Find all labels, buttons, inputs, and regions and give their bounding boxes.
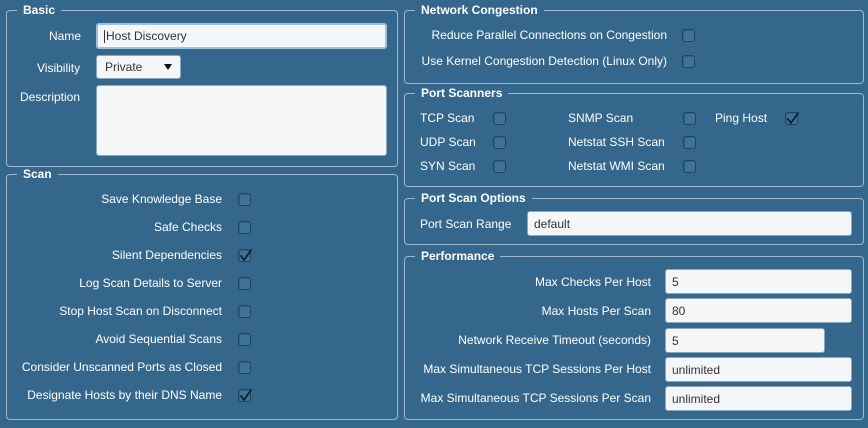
- network-congestion-title: Network Congestion: [415, 3, 544, 17]
- visibility-value: Private: [105, 60, 143, 74]
- reduce-parallel-label: Reduce Parallel Connections on Congestio…: [431, 28, 667, 42]
- scan-option-checkbox[interactable]: [238, 333, 251, 346]
- checkmark-icon: [240, 389, 252, 402]
- kernel-congestion-checkbox[interactable]: [682, 55, 695, 68]
- max-checks-field[interactable]: 5: [665, 269, 852, 294]
- receive-timeout-field[interactable]: 5: [665, 328, 825, 353]
- ping-host-checkbox[interactable]: [785, 112, 799, 125]
- text-cursor: [104, 29, 105, 43]
- chevron-down-icon: [164, 64, 172, 70]
- scan-option-label: Log Scan Details to Server: [79, 276, 222, 290]
- tcp-sessions-scan-field[interactable]: unlimited: [665, 386, 852, 411]
- description-label: Description: [20, 90, 81, 104]
- netstat-ssh-checkbox[interactable]: [683, 136, 696, 149]
- scan-section-title: Scan: [17, 167, 58, 181]
- tcp-sessions-host-field[interactable]: unlimited: [665, 357, 852, 382]
- receive-timeout-label: Network Receive Timeout (seconds): [458, 333, 651, 347]
- scan-option-checkbox[interactable]: [238, 277, 251, 290]
- scan-section: Scan Save Knowledge Base Safe Checks Silen…: [6, 167, 398, 420]
- name-field-value: Host Discovery: [106, 29, 187, 43]
- basic-section-title: Basic: [17, 3, 62, 17]
- max-hosts-label: Max Hosts Per Scan: [541, 304, 651, 318]
- visibility-label: Visibility: [37, 61, 81, 75]
- udp-scan-checkbox[interactable]: [493, 136, 506, 149]
- name-field[interactable]: Host Discovery: [96, 23, 387, 49]
- reduce-parallel-checkbox[interactable]: [682, 29, 695, 42]
- description-field[interactable]: [96, 85, 387, 156]
- tcp-scan-label: TCP Scan: [420, 111, 475, 125]
- port-scanners-section: Port Scanners TCP Scan UDP Scan SYN Scan…: [404, 86, 864, 187]
- syn-scan-label: SYN Scan: [420, 159, 476, 173]
- kernel-congestion-label: Use Kernel Congestion Detection (Linux O…: [421, 54, 667, 68]
- name-label: Name: [49, 29, 82, 43]
- scan-option-label: Stop Host Scan on Disconnect: [59, 304, 222, 318]
- scan-option-checkbox[interactable]: [238, 221, 251, 234]
- port-scan-options-title: Port Scan Options: [415, 191, 532, 205]
- scan-option-checkbox[interactable]: [238, 361, 251, 374]
- max-hosts-field[interactable]: 80: [665, 298, 852, 323]
- tcp-scan-checkbox[interactable]: [493, 112, 506, 125]
- udp-scan-label: UDP Scan: [420, 135, 476, 149]
- snmp-scan-label: SNMP Scan: [568, 111, 634, 125]
- syn-scan-checkbox[interactable]: [493, 160, 506, 173]
- checkmark-icon: [787, 112, 799, 125]
- scan-option-checkbox[interactable]: [238, 249, 252, 262]
- performance-section: Performance Max Checks Per Host 5 Max Ho…: [404, 249, 864, 420]
- port-scan-range-field[interactable]: default: [527, 211, 852, 236]
- scan-option-label: Save Knowledge Base: [101, 192, 222, 206]
- visibility-select[interactable]: Private: [96, 55, 181, 79]
- tcp-sessions-scan-label: Max Simultaneous TCP Sessions Per Scan: [420, 391, 651, 405]
- tcp-sessions-host-label: Max Simultaneous TCP Sessions Per Host: [423, 362, 651, 376]
- network-congestion-section: Network Congestion Reduce Parallel Conne…: [404, 3, 864, 84]
- port-scan-range-label: Port Scan Range: [420, 217, 512, 231]
- scan-option-label: Consider Unscanned Ports as Closed: [21, 360, 222, 374]
- netstat-wmi-checkbox[interactable]: [683, 160, 696, 173]
- max-checks-label: Max Checks Per Host: [534, 275, 651, 289]
- port-scanners-title: Port Scanners: [415, 86, 509, 100]
- scan-option-label: Designate Hosts by their DNS Name: [27, 388, 222, 402]
- scan-option-label: Avoid Sequential Scans: [95, 332, 222, 346]
- scan-option-checkbox[interactable]: [238, 305, 251, 318]
- snmp-scan-checkbox[interactable]: [683, 112, 696, 125]
- scan-option-label: Safe Checks: [153, 220, 222, 234]
- netstat-ssh-label: Netstat SSH Scan: [568, 135, 665, 149]
- scan-option-checkbox[interactable]: [238, 389, 252, 402]
- scan-option-label: Silent Dependencies: [111, 248, 222, 262]
- port-scan-options-section: Port Scan Options Port Scan Range defaul…: [404, 191, 864, 245]
- basic-section: Basic Name Host Discovery Visibility Pri…: [6, 3, 398, 167]
- netstat-wmi-label: Netstat WMI Scan: [568, 159, 665, 173]
- checkmark-icon: [240, 249, 252, 262]
- scan-option-checkbox[interactable]: [238, 193, 251, 206]
- ping-host-label: Ping Host: [715, 111, 768, 125]
- performance-title: Performance: [415, 249, 501, 263]
